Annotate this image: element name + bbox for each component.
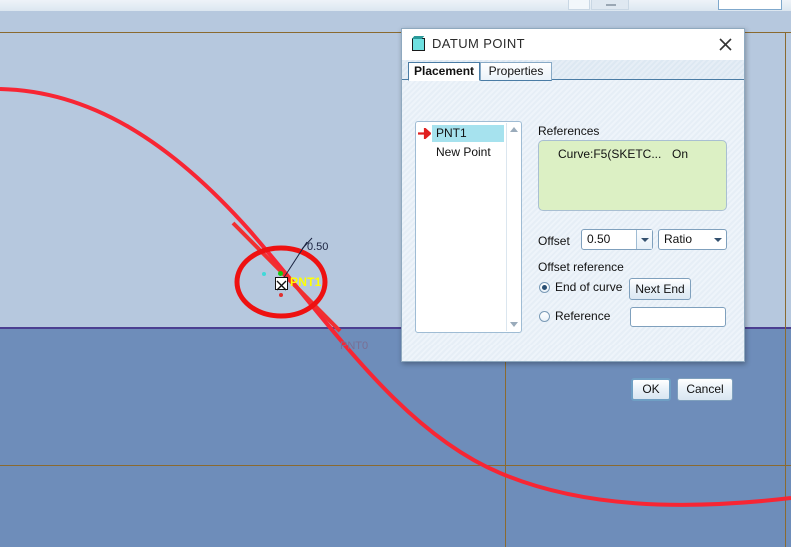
dialog-titlebar[interactable]: DATUM POINT [402,29,744,60]
cancel-button[interactable]: Cancel [677,378,733,401]
point-name-label: PNT1 [290,275,322,289]
offset-value-combobox[interactable]: 0.50 [581,229,653,250]
chevron-down-icon[interactable] [636,230,652,249]
ok-button[interactable]: OK [631,378,671,401]
toolbar-button-1[interactable] [568,0,590,10]
offset-unit-text: Ratio [664,232,693,246]
chevron-down-icon[interactable] [710,230,726,249]
scroll-down-icon[interactable] [507,317,521,331]
datum-point-dialog[interactable]: DATUM POINT Placement Properties PNT1 Ne… [401,28,745,401]
application-window: PNT1 0.50 PNT0 DATUM POINT Placement Pro… [0,0,791,547]
tree-scrollbar[interactable] [506,123,520,331]
toolbar-input[interactable] [718,0,782,10]
radio-end-of-curve-label: End of curve [555,280,623,294]
radio-reference-label: Reference [555,309,611,323]
tab-placement[interactable]: Placement [408,62,480,81]
offset-value-text: 0.50 [587,232,611,246]
green-vertex-dot [278,271,283,276]
dialog-title: DATUM POINT [432,36,525,51]
next-end-button[interactable]: Next End [629,278,691,300]
datum-point-icon [418,128,431,139]
offset-unit-combobox[interactable]: Ratio [658,229,727,250]
scroll-up-icon[interactable] [507,123,521,137]
placement-tree-panel[interactable]: PNT1 New Point [415,121,522,333]
tree-item-new-point[interactable]: New Point [436,144,491,161]
datum-plane-icon [412,38,425,51]
dimension-value-label[interactable]: 0.50 [307,241,328,253]
dialog-body: PNT1 New Point References Curve:F5(SKETC… [402,80,744,401]
toolbar-button-2[interactable] [591,0,629,10]
dialog-tabstrip: Placement Properties [402,60,744,81]
reference-row-state[interactable]: On [672,147,688,161]
cyan-vertex-dot [262,272,266,276]
offset-reference-group-label: Offset reference [538,260,624,274]
toolbar-button-2-glyph [606,4,616,6]
references-group-label: References [538,124,600,138]
offset-label: Offset [538,234,570,248]
tree-item-pnt1[interactable]: PNT1 [432,125,504,142]
close-icon[interactable] [716,35,736,55]
radio-end-of-curve-indicator[interactable] [539,282,550,293]
references-list[interactable]: Curve:F5(SKETC... On [538,140,727,211]
tab-properties[interactable]: Properties [480,62,552,81]
dialog-footer [402,345,744,361]
reference-input[interactable] [630,307,726,327]
reference-row-name[interactable]: Curve:F5(SKETC... [558,147,661,161]
datum-point-marker[interactable] [275,277,288,291]
red-vertex-dot [279,293,283,297]
radio-reference-indicator[interactable] [539,311,550,322]
origin-point-label: PNT0 [340,340,369,352]
point-x-glyph [276,280,287,291]
